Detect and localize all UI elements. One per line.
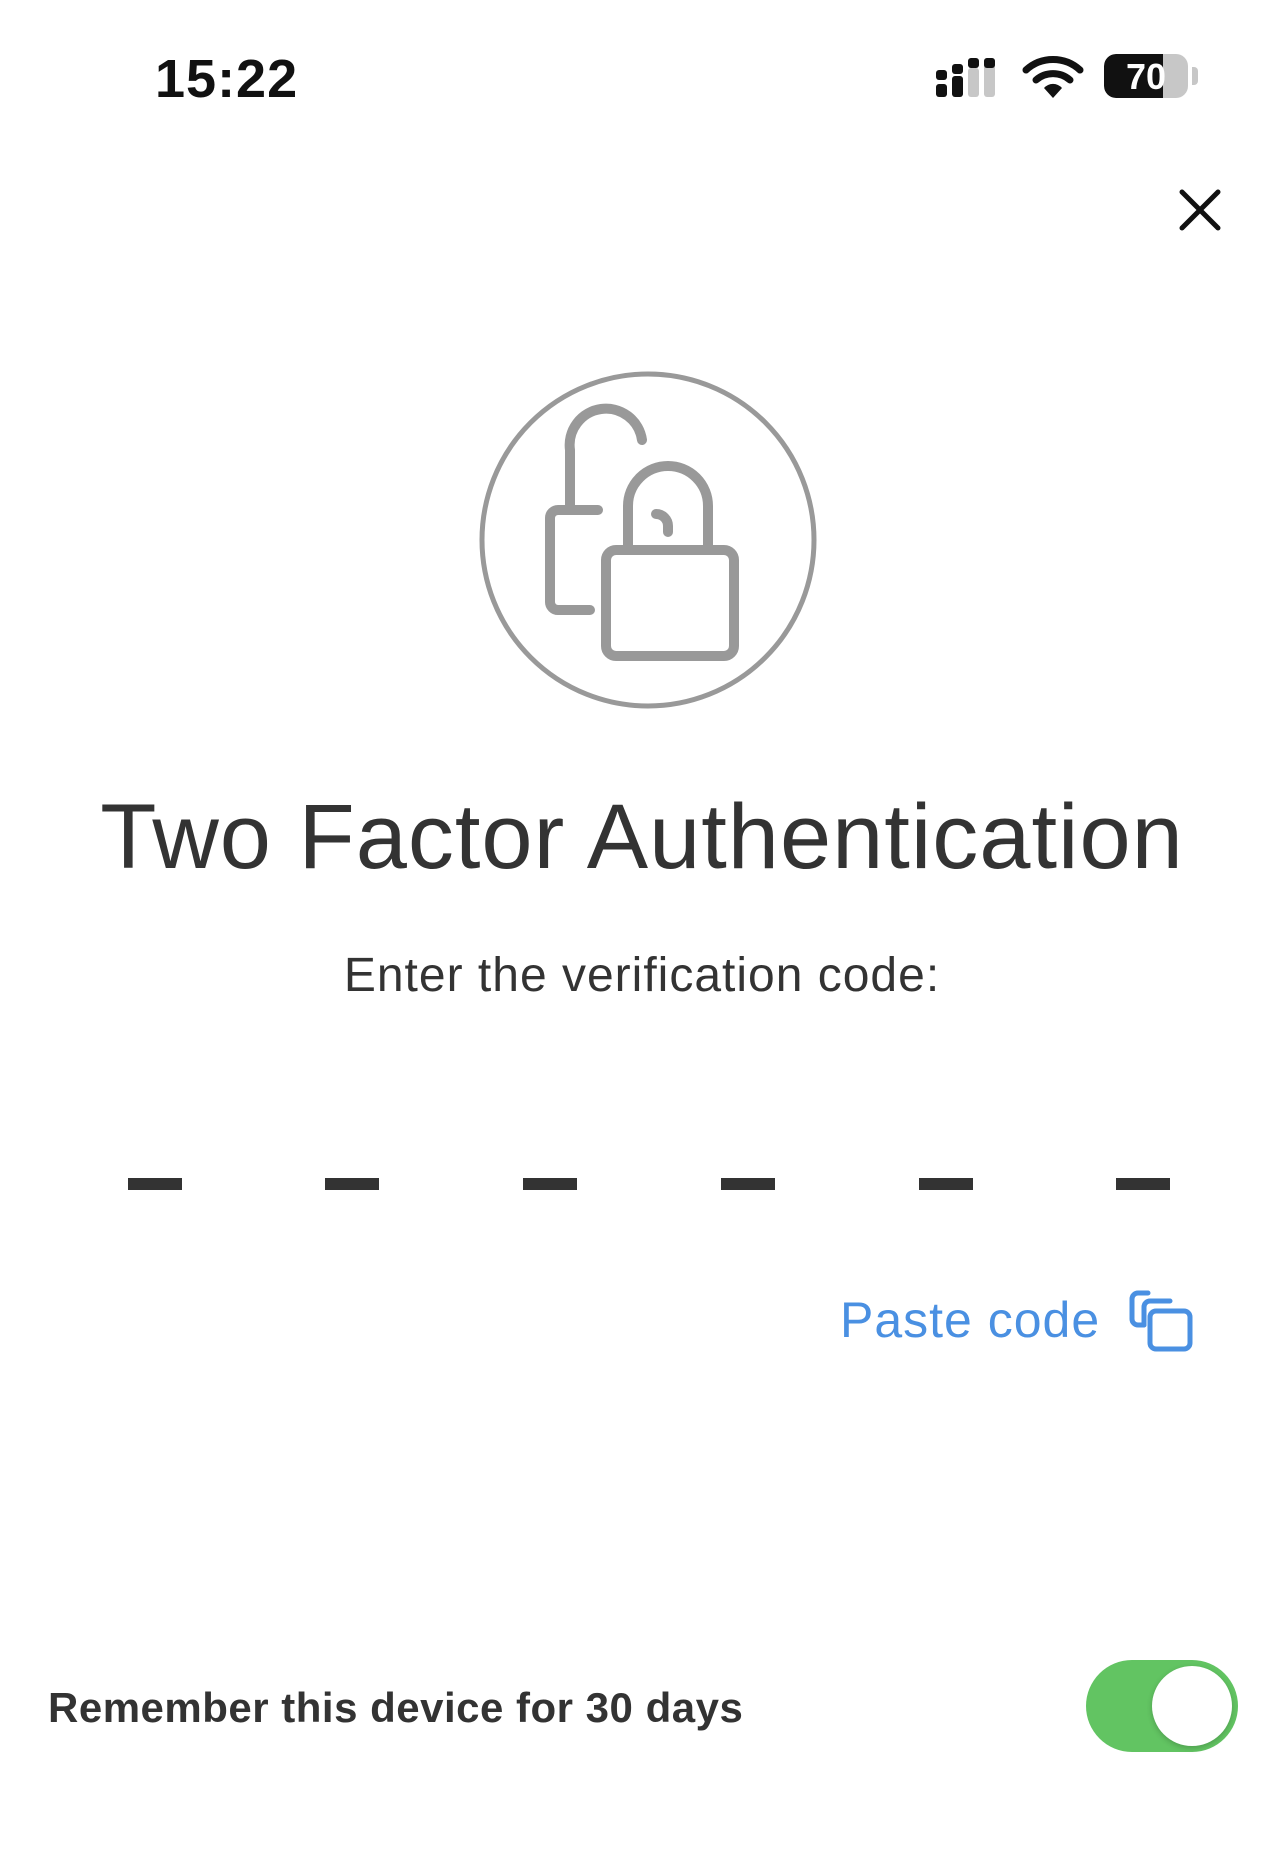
code-digit-slot[interactable] [1116,1178,1170,1190]
paste-code-button[interactable]: Paste code [840,1280,1196,1360]
remember-device-row: Remember this device for 30 days [48,1660,1238,1756]
code-digit-slot[interactable] [128,1178,182,1190]
battery-icon: 70 [1104,54,1198,98]
remember-device-toggle[interactable] [1086,1660,1238,1752]
code-digit-slot[interactable] [721,1178,775,1190]
code-digit-slot[interactable] [919,1178,973,1190]
code-digit-slot[interactable] [325,1178,379,1190]
lock-icon [479,371,817,709]
code-digit-slot[interactable] [523,1178,577,1190]
signal-icon [936,58,995,97]
remember-device-label: Remember this device for 30 days [48,1684,744,1731]
battery-body: 70 [1104,54,1188,98]
paste-code-label: Paste code [840,1292,1101,1348]
wifi-icon [1022,56,1084,98]
close-icon[interactable] [1170,180,1230,240]
verification-code-input[interactable] [128,1160,1170,1220]
battery-tip [1192,67,1198,85]
toggle-knob [1152,1666,1232,1746]
battery-level: 70 [1125,56,1167,97]
copy-icon [1129,1290,1193,1352]
instruction-text: Enter the verification code: [343,949,941,1002]
page-title: Two Factor Authentication [100,786,1184,888]
status-time: 15:22 [155,49,299,109]
